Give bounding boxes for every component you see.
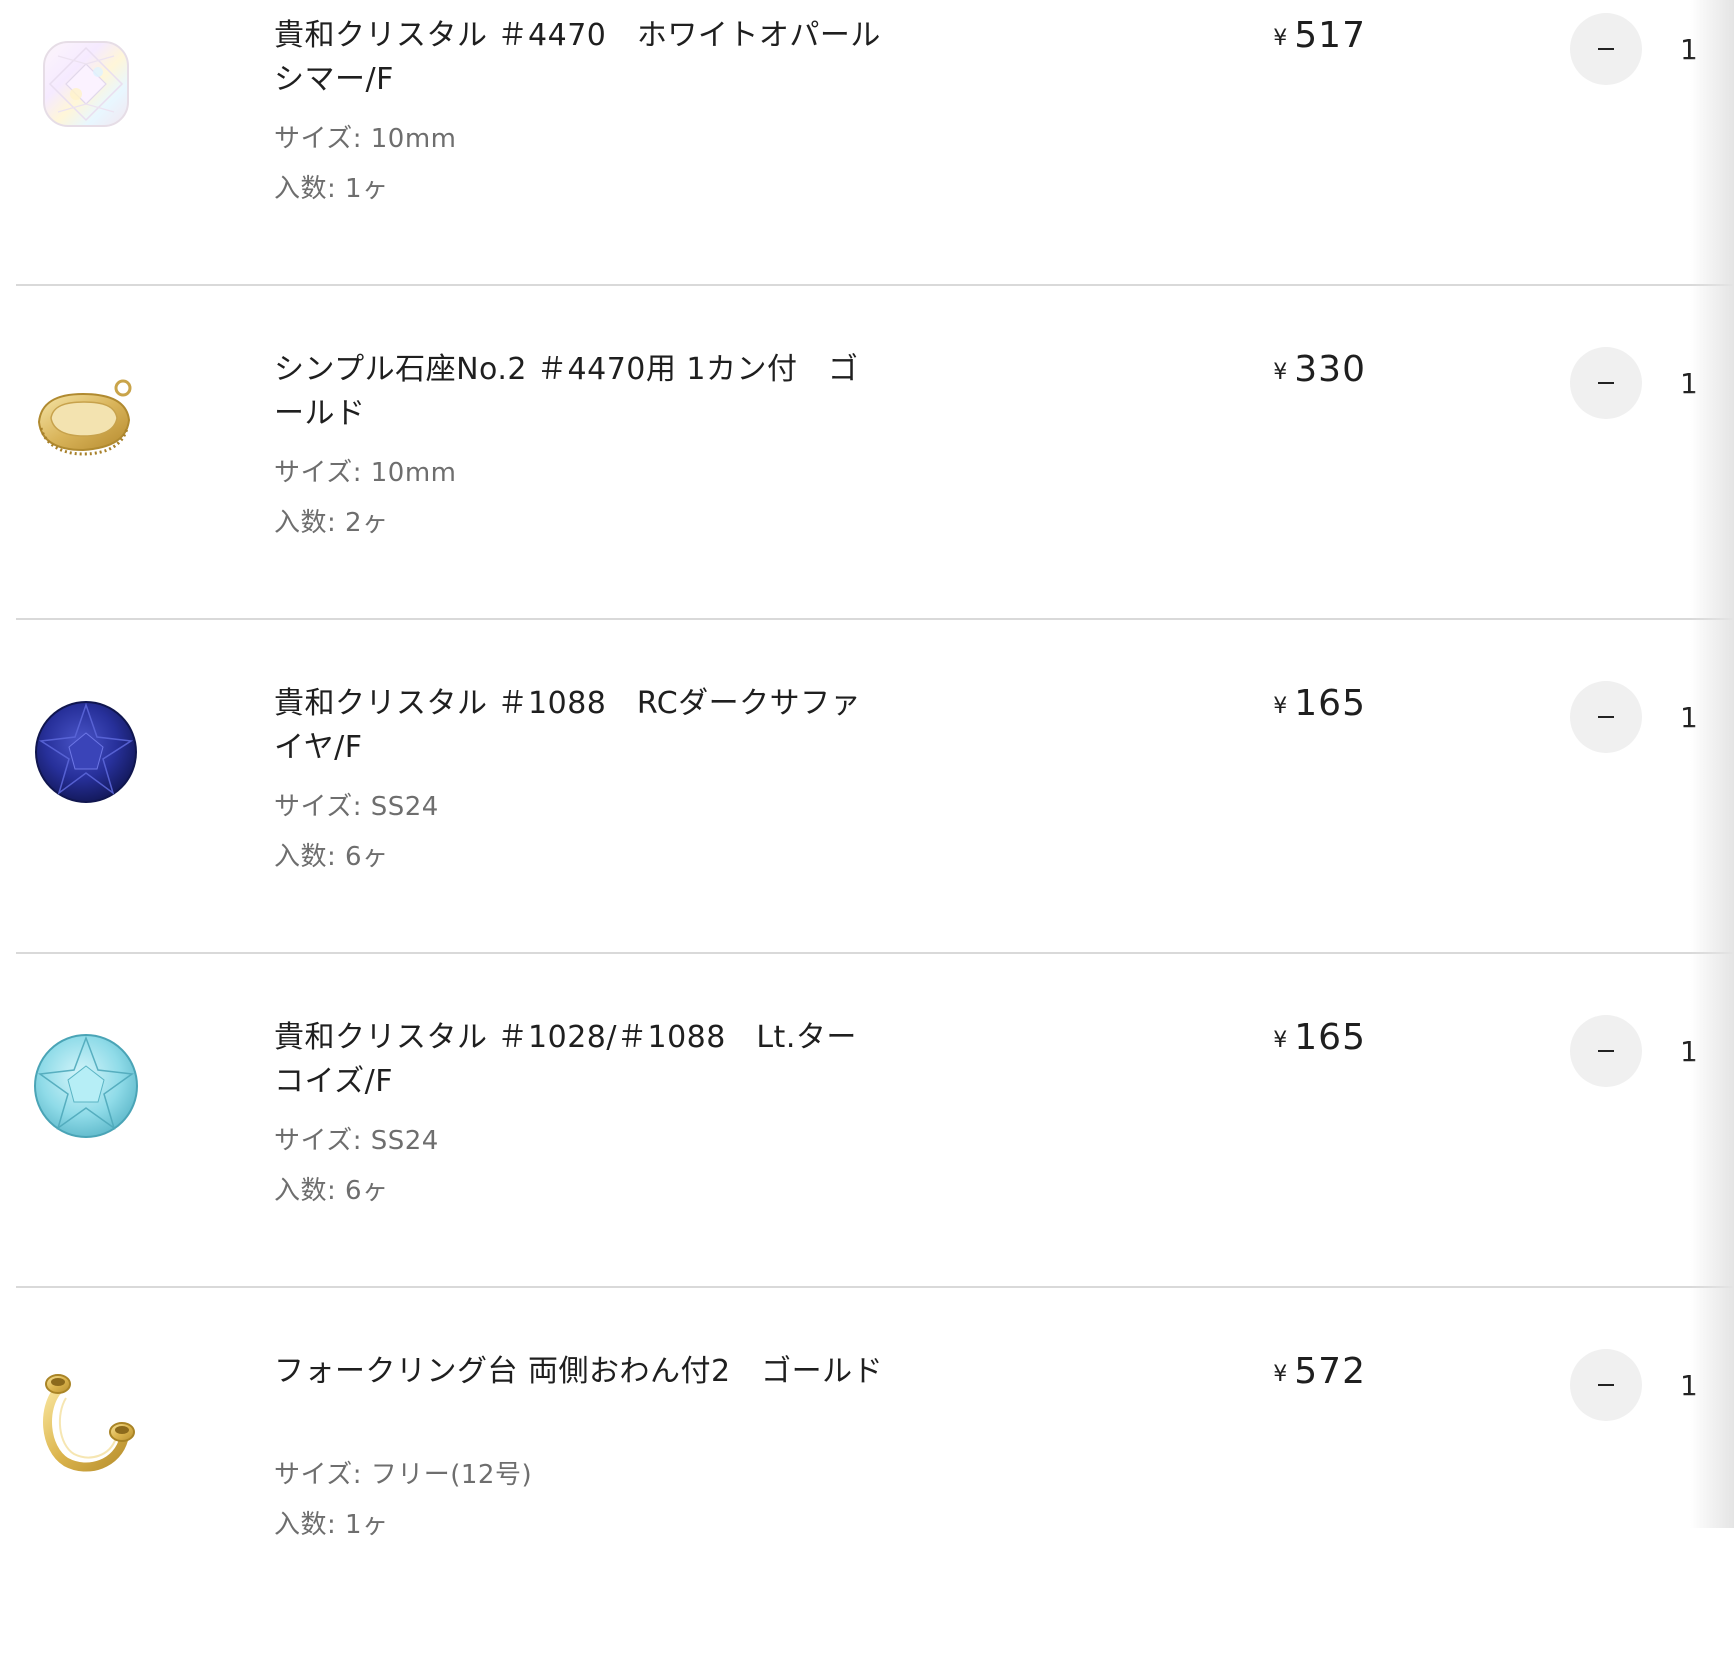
product-size: サイズ: SS24 <box>274 1126 439 1156</box>
product-name[interactable]: 貴和クリスタル ＃1028/＃1088 Lt.ターコイズ/F <box>274 1016 884 1104</box>
decrease-quantity-button[interactable] <box>1570 1349 1642 1421</box>
price-value: 165 <box>1294 1017 1366 1058</box>
currency-symbol: ¥ <box>1273 1028 1289 1053</box>
decrease-quantity-button[interactable] <box>1570 347 1642 419</box>
price-value: 330 <box>1294 349 1366 390</box>
product-size: サイズ: 10mm <box>274 124 457 154</box>
white-opal-square-crystal-icon[interactable] <box>30 28 142 140</box>
product-price: ¥165 <box>1273 682 1366 729</box>
decrease-quantity-button[interactable] <box>1570 1015 1642 1087</box>
price-value: 572 <box>1294 1351 1366 1392</box>
divider <box>16 1286 1734 1288</box>
product-name[interactable]: フォークリング台 両側おわん付2 ゴールド <box>274 1350 884 1394</box>
divider <box>16 618 1734 620</box>
product-count: 入数: 1ヶ <box>274 174 389 204</box>
currency-symbol: ¥ <box>1273 694 1289 719</box>
product-size: サイズ: フリー(12号) <box>274 1460 533 1490</box>
decrease-quantity-button[interactable] <box>1570 681 1642 753</box>
product-price: ¥572 <box>1273 1350 1366 1397</box>
divider <box>16 952 1734 954</box>
product-size: サイズ: 10mm <box>274 458 457 488</box>
minus-icon <box>1598 1050 1614 1052</box>
product-price: ¥517 <box>1273 14 1366 61</box>
product-price: ¥330 <box>1273 348 1366 395</box>
minus-icon <box>1598 716 1614 718</box>
product-count: 入数: 2ヶ <box>274 508 389 538</box>
currency-symbol: ¥ <box>1273 26 1289 51</box>
product-name[interactable]: 貴和クリスタル ＃1088 RCダークサファイヤ/F <box>274 682 884 770</box>
cart-item: フォークリング台 両側おわん付2 ゴールド サイズ: フリー(12号) 入数: … <box>0 1336 1734 1670</box>
currency-symbol: ¥ <box>1273 360 1289 385</box>
product-count: 入数: 6ヶ <box>274 1176 389 1206</box>
product-price: ¥165 <box>1273 1016 1366 1063</box>
product-name[interactable]: シンプル石座No.2 ＃4470用 1カン付 ゴールド <box>274 348 884 436</box>
product-count: 入数: 1ヶ <box>274 1510 389 1540</box>
minus-icon <box>1598 1384 1614 1386</box>
decrease-quantity-button[interactable] <box>1570 13 1642 85</box>
product-name[interactable]: 貴和クリスタル ＃4470 ホワイトオパールシマー/F <box>274 14 884 102</box>
cart-item-list: 貴和クリスタル ＃4470 ホワイトオパールシマー/F サイズ: 10mm 入数… <box>0 0 1734 1540</box>
quantity-value: 1 <box>1680 367 1698 400</box>
gold-fork-ring-icon[interactable] <box>30 1364 142 1476</box>
currency-symbol: ¥ <box>1273 1362 1289 1387</box>
quantity-value: 1 <box>1680 701 1698 734</box>
dark-sapphire-crystal-icon[interactable] <box>30 696 142 808</box>
minus-icon <box>1598 382 1614 384</box>
product-size: サイズ: SS24 <box>274 792 439 822</box>
minus-icon <box>1598 48 1614 50</box>
divider <box>16 284 1734 286</box>
light-turquoise-crystal-icon[interactable] <box>30 1030 142 1142</box>
gold-stone-setting-icon[interactable] <box>30 362 142 474</box>
quantity-value: 1 <box>1680 1369 1698 1402</box>
price-value: 517 <box>1294 15 1366 56</box>
quantity-value: 1 <box>1680 33 1698 66</box>
quantity-value: 1 <box>1680 1035 1698 1068</box>
product-count: 入数: 6ヶ <box>274 842 389 872</box>
price-value: 165 <box>1294 683 1366 724</box>
